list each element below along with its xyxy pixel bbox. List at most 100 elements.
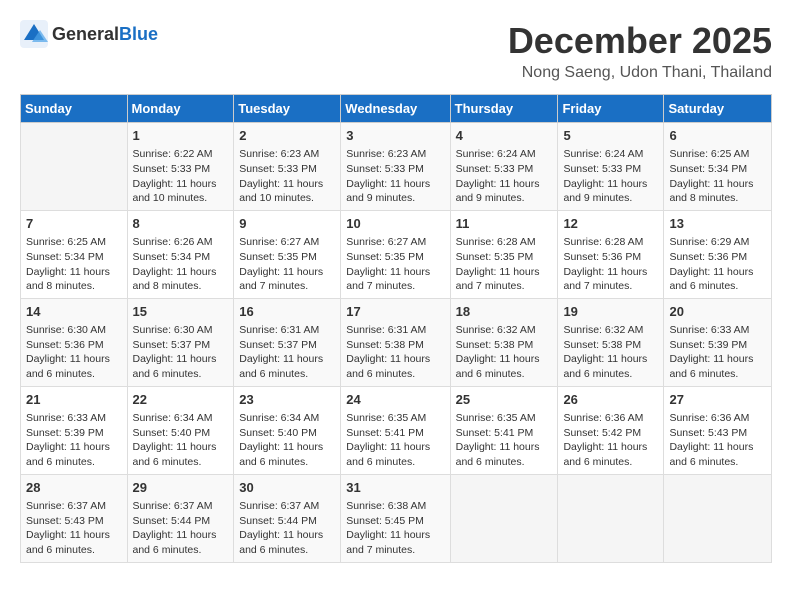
- cell-info: Sunrise: 6:36 AMSunset: 5:42 PMDaylight:…: [563, 411, 658, 470]
- location-title: Nong Saeng, Udon Thani, Thailand: [508, 64, 772, 82]
- calendar-cell: 2 Sunrise: 6:23 AMSunset: 5:33 PMDaylight…: [234, 123, 341, 211]
- cell-day-number: 31: [346, 479, 444, 497]
- calendar-cell: 24 Sunrise: 6:35 AMSunset: 5:41 PMDayligh…: [341, 386, 450, 474]
- cell-day-number: 12: [563, 215, 658, 233]
- cell-info: Sunrise: 6:30 AMSunset: 5:37 PMDaylight:…: [133, 323, 229, 382]
- calendar-cell: 18Sunrise: 6:32 AMSunset: 5:38 PMDayligh…: [450, 298, 558, 386]
- cell-day-number: 5: [563, 127, 658, 145]
- cell-day-number: 9: [239, 215, 335, 233]
- calendar-cell: 14 Sunrise: 6:30 AMSunset: 5:36 PMDayligh…: [21, 298, 128, 386]
- cell-info: Sunrise: 6:37 AMSunset: 5:43 PMDaylight:…: [26, 499, 122, 558]
- calendar-cell: 4 Sunrise: 6:24 AMSunset: 5:33 PMDaylight…: [450, 123, 558, 211]
- header-day-wednesday: Wednesday: [341, 95, 450, 123]
- calendar-week-3: 14 Sunrise: 6:30 AMSunset: 5:36 PMDayligh…: [21, 298, 772, 386]
- cell-info: Sunrise: 6:25 AMSunset: 5:34 PMDaylight:…: [669, 147, 766, 206]
- calendar-cell: 19Sunrise: 6:32 AMSunset: 5:38 PMDayligh…: [558, 298, 664, 386]
- calendar-cell: 1 Sunrise: 6:22 AMSunset: 5:33 PMDaylight…: [127, 123, 234, 211]
- cell-day-number: 27: [669, 391, 766, 409]
- cell-info: Sunrise: 6:24 AMSunset: 5:33 PMDaylight:…: [456, 147, 553, 206]
- cell-info: Sunrise: 6:31 AMSunset: 5:38 PMDaylight:…: [346, 323, 444, 382]
- month-title: December 2025: [508, 20, 772, 62]
- cell-day-number: 16: [239, 303, 335, 321]
- page-container: GeneralBlue December 2025 Nong Saeng, Ud…: [20, 20, 772, 563]
- calendar-cell: 6 Sunrise: 6:25 AMSunset: 5:34 PMDaylight…: [664, 123, 772, 211]
- cell-info: Sunrise: 6:23 AMSunset: 5:33 PMDaylight:…: [239, 147, 335, 206]
- header: GeneralBlue December 2025 Nong Saeng, Ud…: [20, 20, 772, 82]
- calendar-week-1: 1 Sunrise: 6:22 AMSunset: 5:33 PMDaylight…: [21, 123, 772, 211]
- calendar-cell: 28 Sunrise: 6:37 AMSunset: 5:43 PMDayligh…: [21, 474, 128, 562]
- cell-day-number: 10: [346, 215, 444, 233]
- cell-info: Sunrise: 6:30 AMSunset: 5:36 PMDaylight:…: [26, 323, 122, 382]
- calendar-cell: 13Sunrise: 6:29 AMSunset: 5:36 PMDayligh…: [664, 210, 772, 298]
- cell-info: Sunrise: 6:37 AMSunset: 5:44 PMDaylight:…: [133, 499, 229, 558]
- title-block: December 2025 Nong Saeng, Udon Thani, Th…: [508, 20, 772, 82]
- cell-day-number: 11: [456, 215, 553, 233]
- cell-info: Sunrise: 6:35 AMSunset: 5:41 PMDaylight:…: [456, 411, 553, 470]
- logo-blue: Blue: [119, 24, 158, 44]
- cell-info: Sunrise: 6:32 AMSunset: 5:38 PMDaylight:…: [456, 323, 553, 382]
- calendar-week-2: 7 Sunrise: 6:25 AMSunset: 5:34 PMDaylight…: [21, 210, 772, 298]
- calendar-cell: [21, 123, 128, 211]
- cell-day-number: 22: [133, 391, 229, 409]
- cell-day-number: 15: [133, 303, 229, 321]
- calendar-cell: 31 Sunrise: 6:38 AMSunset: 5:45 PMDayligh…: [341, 474, 450, 562]
- header-day-sunday: Sunday: [21, 95, 128, 123]
- cell-info: Sunrise: 6:27 AMSunset: 5:35 PMDaylight:…: [346, 235, 444, 294]
- calendar-cell: 26Sunrise: 6:36 AMSunset: 5:42 PMDayligh…: [558, 386, 664, 474]
- calendar-cell: 9 Sunrise: 6:27 AMSunset: 5:35 PMDaylight…: [234, 210, 341, 298]
- calendar-table: SundayMondayTuesdayWednesdayThursdayFrid…: [20, 94, 772, 563]
- cell-day-number: 29: [133, 479, 229, 497]
- cell-info: Sunrise: 6:34 AMSunset: 5:40 PMDaylight:…: [133, 411, 229, 470]
- cell-day-number: 14: [26, 303, 122, 321]
- calendar-cell: 5 Sunrise: 6:24 AMSunset: 5:33 PMDaylight…: [558, 123, 664, 211]
- cell-info: Sunrise: 6:24 AMSunset: 5:33 PMDaylight:…: [563, 147, 658, 206]
- header-day-saturday: Saturday: [664, 95, 772, 123]
- cell-day-number: 4: [456, 127, 553, 145]
- cell-day-number: 17: [346, 303, 444, 321]
- cell-info: Sunrise: 6:22 AMSunset: 5:33 PMDaylight:…: [133, 147, 229, 206]
- calendar-cell: 3 Sunrise: 6:23 AMSunset: 5:33 PMDaylight…: [341, 123, 450, 211]
- calendar-header-row: SundayMondayTuesdayWednesdayThursdayFrid…: [21, 95, 772, 123]
- cell-info: Sunrise: 6:31 AMSunset: 5:37 PMDaylight:…: [239, 323, 335, 382]
- cell-info: Sunrise: 6:26 AMSunset: 5:34 PMDaylight:…: [133, 235, 229, 294]
- logo-icon: [20, 20, 48, 48]
- cell-day-number: 1: [133, 127, 229, 145]
- cell-info: Sunrise: 6:33 AMSunset: 5:39 PMDaylight:…: [26, 411, 122, 470]
- cell-day-number: 8: [133, 215, 229, 233]
- calendar-cell: 29 Sunrise: 6:37 AMSunset: 5:44 PMDayligh…: [127, 474, 234, 562]
- cell-day-number: 28: [26, 479, 122, 497]
- calendar-cell: 11 Sunrise: 6:28 AMSunset: 5:35 PMDayligh…: [450, 210, 558, 298]
- cell-info: Sunrise: 6:35 AMSunset: 5:41 PMDaylight:…: [346, 411, 444, 470]
- calendar-cell: 23Sunrise: 6:34 AMSunset: 5:40 PMDayligh…: [234, 386, 341, 474]
- cell-day-number: 24: [346, 391, 444, 409]
- logo-general: General: [52, 24, 119, 44]
- cell-day-number: 3: [346, 127, 444, 145]
- calendar-cell: 20Sunrise: 6:33 AMSunset: 5:39 PMDayligh…: [664, 298, 772, 386]
- calendar-cell: 25Sunrise: 6:35 AMSunset: 5:41 PMDayligh…: [450, 386, 558, 474]
- calendar-week-5: 28 Sunrise: 6:37 AMSunset: 5:43 PMDayligh…: [21, 474, 772, 562]
- calendar-cell: 10 Sunrise: 6:27 AMSunset: 5:35 PMDayligh…: [341, 210, 450, 298]
- calendar-cell: 22 Sunrise: 6:34 AMSunset: 5:40 PMDayligh…: [127, 386, 234, 474]
- cell-day-number: 6: [669, 127, 766, 145]
- cell-day-number: 30: [239, 479, 335, 497]
- cell-info: Sunrise: 6:38 AMSunset: 5:45 PMDaylight:…: [346, 499, 444, 558]
- cell-info: Sunrise: 6:36 AMSunset: 5:43 PMDaylight:…: [669, 411, 766, 470]
- cell-info: Sunrise: 6:27 AMSunset: 5:35 PMDaylight:…: [239, 235, 335, 294]
- calendar-cell: 17 Sunrise: 6:31 AMSunset: 5:38 PMDayligh…: [341, 298, 450, 386]
- cell-info: Sunrise: 6:28 AMSunset: 5:35 PMDaylight:…: [456, 235, 553, 294]
- calendar-cell: 21Sunrise: 6:33 AMSunset: 5:39 PMDayligh…: [21, 386, 128, 474]
- cell-day-number: 7: [26, 215, 122, 233]
- cell-info: Sunrise: 6:28 AMSunset: 5:36 PMDaylight:…: [563, 235, 658, 294]
- calendar-cell: 7 Sunrise: 6:25 AMSunset: 5:34 PMDaylight…: [21, 210, 128, 298]
- calendar-cell: 15 Sunrise: 6:30 AMSunset: 5:37 PMDayligh…: [127, 298, 234, 386]
- cell-day-number: 13: [669, 215, 766, 233]
- cell-info: Sunrise: 6:23 AMSunset: 5:33 PMDaylight:…: [346, 147, 444, 206]
- cell-day-number: 23: [239, 391, 335, 409]
- calendar-cell: 27 Sunrise: 6:36 AMSunset: 5:43 PMDayligh…: [664, 386, 772, 474]
- cell-day-number: 2: [239, 127, 335, 145]
- cell-info: Sunrise: 6:25 AMSunset: 5:34 PMDaylight:…: [26, 235, 122, 294]
- header-day-monday: Monday: [127, 95, 234, 123]
- calendar-cell: [664, 474, 772, 562]
- cell-info: Sunrise: 6:37 AMSunset: 5:44 PMDaylight:…: [239, 499, 335, 558]
- cell-info: Sunrise: 6:32 AMSunset: 5:38 PMDaylight:…: [563, 323, 658, 382]
